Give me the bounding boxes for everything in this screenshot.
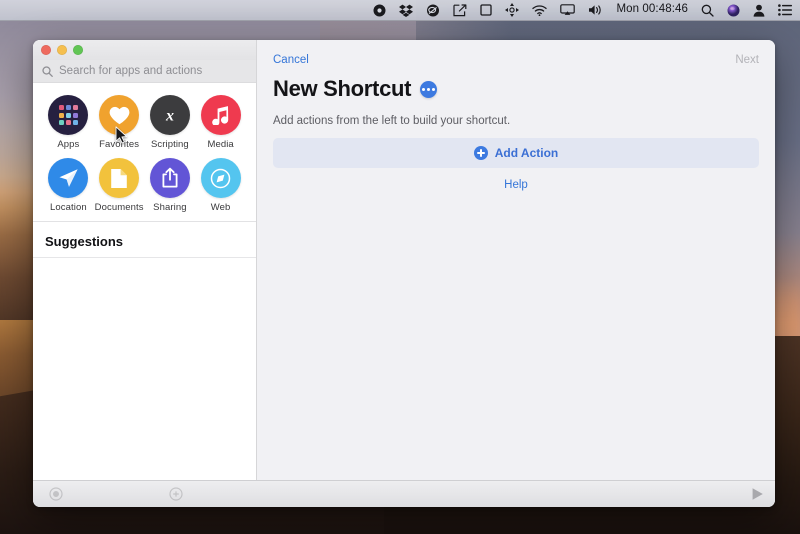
document-icon [99,158,140,198]
search-placeholder: Search for apps and actions [59,65,203,77]
category-documents[interactable]: Documents [94,158,145,213]
add-action-label: Add Action [494,146,559,160]
record-icon[interactable] [373,4,386,17]
cancel-button[interactable]: Cancel [273,54,309,66]
wifi-icon[interactable] [532,4,548,16]
menu-bar-clock[interactable]: Mon 00:48:46 [616,4,688,16]
ellipsis-icon[interactable] [420,80,438,98]
minimize-button[interactable] [57,45,67,55]
category-label: Apps [57,139,80,150]
category-scripting[interactable]: x Scripting [145,95,196,150]
volume-icon[interactable] [588,4,603,16]
window-titlebar [33,40,256,60]
category-label: Documents [94,202,144,213]
category-location[interactable]: Location [43,158,94,213]
suggestions-list [33,258,256,480]
category-apps[interactable]: Apps [43,95,94,150]
airplay-icon[interactable] [560,4,576,16]
category-grid: Apps Favorites x Scripting Media Locatio… [33,83,256,222]
square-icon[interactable] [480,4,493,16]
category-sharing[interactable]: Sharing [145,158,196,213]
creative-cloud-icon[interactable] [426,4,440,17]
paper-plane-icon [48,158,89,198]
category-label: Web [210,202,231,213]
zoom-button[interactable] [73,45,83,55]
record-tool-icon[interactable] [49,487,63,501]
category-label: Scripting [150,139,189,150]
shortcut-title-row: New Shortcut [257,66,775,102]
category-web[interactable]: Web [195,158,246,213]
user-account-icon[interactable] [753,4,765,17]
bottom-toolbar [33,480,775,507]
shortcuts-window: Search for apps and actions Apps Favorit… [33,40,775,507]
category-label: Favorites [99,139,140,150]
category-media[interactable]: Media [195,95,246,150]
toolbar-left-tools [49,487,183,501]
search-input[interactable]: Search for apps and actions [33,60,256,83]
add-action-button[interactable]: Add Action [273,138,759,168]
suggestions-header: Suggestions [33,222,256,258]
plus-circle-icon [473,146,488,160]
editor-subtitle: Add actions from the left to build your … [273,115,511,127]
editor-header: Cancel Next [257,40,775,66]
category-favorites[interactable]: Favorites [94,95,145,150]
compass-icon [200,158,241,198]
macos-menu-bar: Mon 00:48:46 [0,0,800,21]
move-arrows-icon[interactable] [505,3,520,17]
actions-canvas [257,191,775,480]
window-body: Search for apps and actions Apps Favorit… [33,40,775,480]
library-sidebar: Search for apps and actions Apps Favorit… [33,40,257,480]
heart-icon [99,95,140,135]
page-title[interactable]: New Shortcut [273,76,411,102]
apps-grid-icon [48,95,89,135]
music-note-icon [200,95,241,135]
close-button[interactable] [41,45,51,55]
category-label: Location [50,202,87,213]
share-icon [149,158,190,198]
dropbox-icon[interactable] [399,4,414,17]
play-run-icon[interactable] [750,487,765,501]
inspector-tool-icon[interactable] [169,487,183,501]
category-label: Sharing [153,202,187,213]
category-label: Media [207,139,234,150]
svg-text:x: x [165,108,174,125]
control-center-icon[interactable] [778,4,792,16]
next-button[interactable]: Next [735,54,759,66]
search-icon [42,65,53,77]
screen-share-icon[interactable] [453,3,467,17]
siri-icon[interactable] [727,4,740,17]
x-script-icon: x [149,95,190,135]
spotlight-search-icon[interactable] [701,4,714,17]
help-link[interactable]: Help [257,168,775,191]
shortcut-editor-pane: Cancel Next New Shortcut Add actions fro… [257,40,775,480]
